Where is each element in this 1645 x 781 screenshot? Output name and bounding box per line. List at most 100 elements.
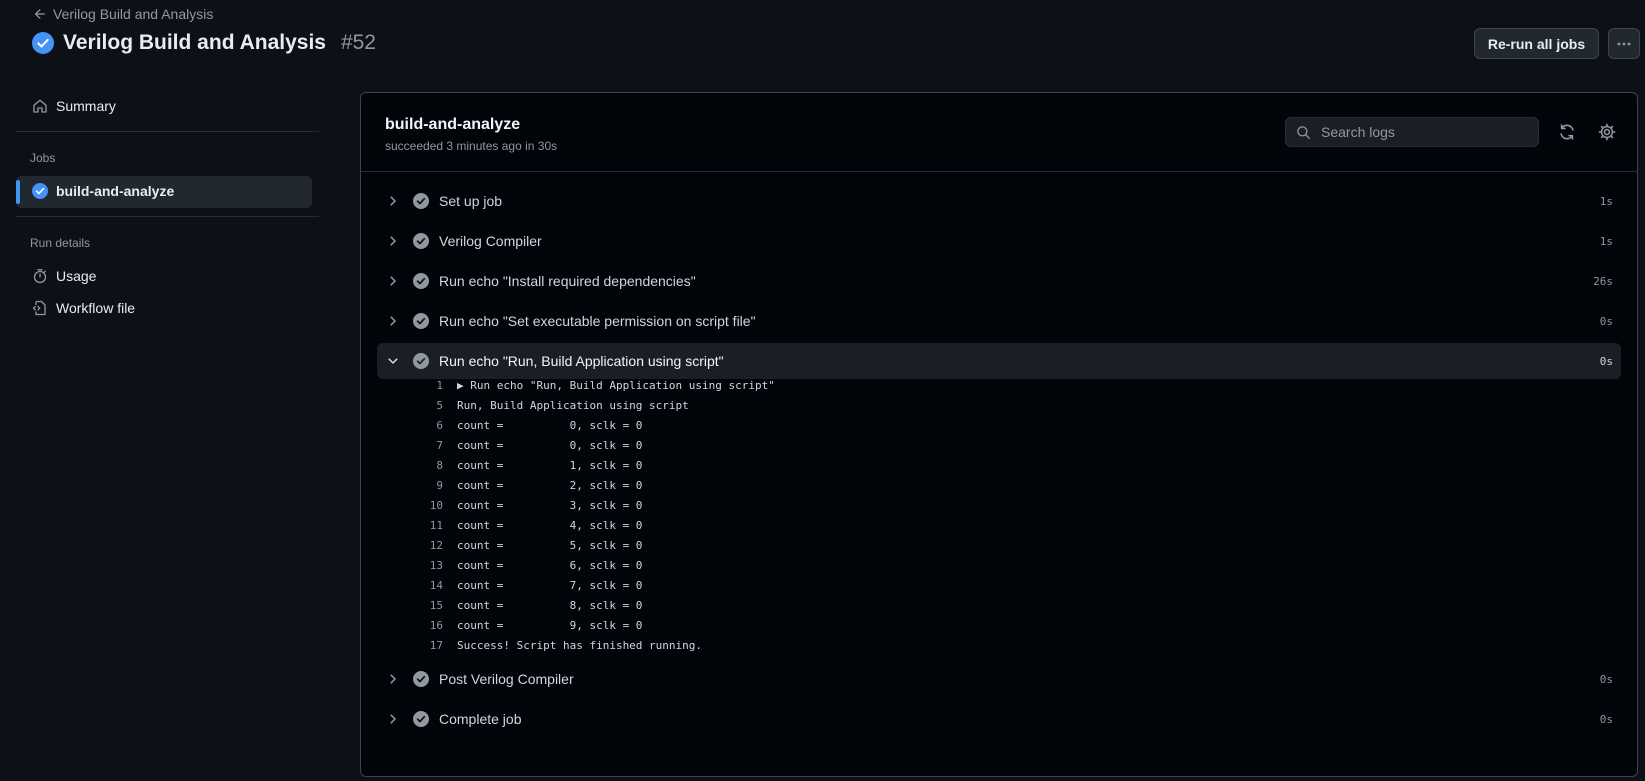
- step-row[interactable]: Run echo "Install required dependencies"…: [377, 263, 1621, 299]
- step-row[interactable]: Set up job 1s: [377, 183, 1621, 219]
- page-title: Verilog Build and Analysis #52: [32, 31, 376, 55]
- search-icon: [1296, 125, 1311, 140]
- step-duration: 1s: [1599, 194, 1613, 208]
- back-link[interactable]: Verilog Build and Analysis: [33, 6, 213, 22]
- step-row[interactable]: Post Verilog Compiler 0s: [377, 661, 1621, 697]
- log-line: 15 count = 8, sclk = 0: [401, 595, 775, 615]
- log-line-number[interactable]: 5: [401, 399, 443, 412]
- step-duration: 0s: [1599, 712, 1613, 726]
- log-line-number[interactable]: 10: [401, 499, 443, 512]
- step-label: Run echo "Install required dependencies": [439, 273, 696, 289]
- log-line: 10 count = 3, sclk = 0: [401, 495, 775, 515]
- log-line: 14 count = 7, sclk = 0: [401, 575, 775, 595]
- log-line-number[interactable]: 11: [401, 519, 443, 532]
- check-circle-icon: [413, 711, 429, 727]
- sidebar-item-label: Summary: [56, 98, 116, 114]
- sidebar-item-label: Usage: [56, 268, 97, 284]
- step-row[interactable]: Complete job 0s: [377, 701, 1621, 737]
- file-code-icon: [32, 300, 48, 316]
- log-line: 7 count = 0, sclk = 0: [401, 435, 775, 455]
- check-circle-icon: [413, 273, 429, 289]
- log-line-number[interactable]: 6: [401, 419, 443, 432]
- log-line-text: Success! Script has finished running.: [457, 638, 703, 652]
- log-line-text: count = 2, sclk = 0: [457, 478, 643, 492]
- log-line-number[interactable]: 14: [401, 579, 443, 592]
- jobs-heading: Jobs: [30, 151, 56, 165]
- sidebar-item-build-and-analyze[interactable]: build-and-analyze: [32, 183, 174, 199]
- sidebar-active-indicator: [16, 180, 20, 204]
- step-label: Set up job: [439, 193, 503, 209]
- log-line-number[interactable]: 12: [401, 539, 443, 552]
- log-line: 12 count = 5, sclk = 0: [401, 535, 775, 555]
- log-line-text: count = 6, sclk = 0: [457, 558, 643, 572]
- step-duration: 0s: [1599, 314, 1613, 328]
- step-duration: 0s: [1599, 354, 1613, 368]
- log-line-text: count = 3, sclk = 0: [457, 498, 643, 512]
- step-duration: 1s: [1599, 234, 1613, 248]
- step-label: Run echo "Set executable permission on s…: [439, 313, 756, 329]
- gear-icon[interactable]: [1598, 123, 1616, 141]
- chevron-right-icon: [385, 713, 401, 725]
- back-link-label: Verilog Build and Analysis: [53, 6, 214, 22]
- step-row[interactable]: Verilog Compiler 1s: [377, 223, 1621, 259]
- log-line: 11 count = 4, sclk = 0: [401, 515, 775, 535]
- sidebar-divider: [16, 131, 319, 132]
- log-line-number[interactable]: 13: [401, 559, 443, 572]
- panel-divider: [361, 171, 1637, 172]
- check-circle-icon: [413, 671, 429, 687]
- stopwatch-icon: [32, 268, 48, 284]
- success-check-icon: [32, 183, 48, 199]
- workflow-title: Verilog Build and Analysis: [63, 31, 326, 54]
- log-line-text: count = 0, sclk = 0: [457, 418, 643, 432]
- step-row[interactable]: Run echo "Set executable permission on s…: [377, 303, 1621, 339]
- home-icon: [32, 98, 48, 114]
- job-log-panel: build-and-analyze succeeded 3 minutes ag…: [360, 92, 1638, 777]
- run-details-heading: Run details: [30, 236, 91, 250]
- log-line-number[interactable]: 17: [401, 639, 443, 652]
- sidebar-item-usage[interactable]: Usage: [32, 268, 96, 284]
- check-circle-icon: [413, 193, 429, 209]
- chevron-right-icon: [385, 315, 401, 327]
- chevron-right-icon: [385, 673, 401, 685]
- log-line: 8 count = 1, sclk = 0: [401, 455, 775, 475]
- chevron-down-icon: [385, 355, 401, 367]
- check-circle-icon: [413, 313, 429, 329]
- search-logs-input[interactable]: [1319, 123, 1523, 141]
- log-line-text: ▶ Run echo "Run, Build Application using…: [457, 378, 775, 392]
- refresh-icon[interactable]: [1558, 123, 1576, 141]
- log-line-text: count = 9, sclk = 0: [457, 618, 643, 632]
- step-row-expanded[interactable]: Run echo "Run, Build Application using s…: [377, 343, 1621, 379]
- step-label: Post Verilog Compiler: [439, 671, 574, 687]
- log-line: 6 count = 0, sclk = 0: [401, 415, 775, 435]
- log-line-number[interactable]: 1: [401, 379, 443, 392]
- log-line: 17 Success! Script has finished running.: [401, 635, 775, 655]
- log-line-text: count = 7, sclk = 0: [457, 578, 643, 592]
- rerun-all-jobs-button[interactable]: Re-run all jobs: [1474, 28, 1599, 59]
- log-line[interactable]: 1 ▶ Run echo "Run, Build Application usin…: [401, 375, 775, 395]
- step-label: Run echo "Run, Build Application using s…: [439, 353, 724, 369]
- arrow-left-icon: [33, 7, 47, 21]
- more-options-button[interactable]: [1608, 28, 1640, 59]
- run-number: #52: [340, 31, 376, 54]
- step-label: Verilog Compiler: [439, 233, 542, 249]
- log-line-number[interactable]: 16: [401, 619, 443, 632]
- log-line-text: count = 1, sclk = 0: [457, 458, 643, 472]
- sidebar-item-summary[interactable]: Summary: [32, 98, 116, 114]
- kebab-horizontal-icon: [1616, 36, 1632, 52]
- log-line: 9 count = 2, sclk = 0: [401, 475, 775, 495]
- success-check-icon: [32, 32, 54, 54]
- check-circle-icon: [413, 353, 429, 369]
- log-line: 13 count = 6, sclk = 0: [401, 555, 775, 575]
- log-line-number[interactable]: 7: [401, 439, 443, 452]
- chevron-right-icon: [385, 195, 401, 207]
- sidebar-item-workflow-file[interactable]: Workflow file: [32, 300, 135, 316]
- log-line-number[interactable]: 9: [401, 479, 443, 492]
- log-line-number[interactable]: 8: [401, 459, 443, 472]
- step-label: Complete job: [439, 711, 522, 727]
- step-duration: 26s: [1593, 274, 1613, 288]
- search-logs-field[interactable]: [1285, 117, 1539, 147]
- log-line-number[interactable]: 15: [401, 599, 443, 612]
- step-duration: 0s: [1599, 672, 1613, 686]
- log-line-text: count = 0, sclk = 0: [457, 438, 643, 452]
- log-line: 16 count = 9, sclk = 0: [401, 615, 775, 635]
